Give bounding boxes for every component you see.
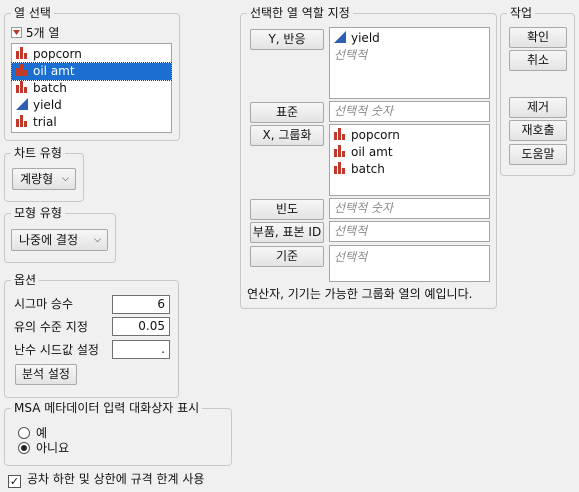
nominal-bar-icon [16, 115, 28, 127]
y-item-yield[interactable]: yield [330, 30, 489, 47]
checkmark-icon: ✓ [8, 475, 21, 488]
x-grouping-button[interactable]: X, 그룹화 [250, 125, 324, 146]
random-seed-field[interactable]: . [112, 340, 170, 359]
standard-field[interactable]: 선택적 숫자 [329, 101, 490, 122]
chart-type-group: 차트 유형 계량형 ⌵ [4, 145, 84, 202]
radio-on-icon [18, 442, 30, 454]
cancel-button[interactable]: 취소 [509, 50, 567, 71]
msa-metadata-group: MSA 메타데이터 입력 대화상자 표시 예 아니요 [4, 400, 232, 466]
column-count-label: 5개 열 [25, 26, 60, 40]
options-group: 옵션 시그마 승수 6 유의 수준 지정 0.05 난수 시드값 설정 . 분석… [4, 272, 179, 398]
red-triangle-icon[interactable] [11, 27, 22, 38]
select-columns-title: 열 선택 [11, 5, 54, 21]
nominal-bar-icon [334, 162, 346, 174]
roles-group: 선택한 열 역할 지정 Y, 반응 yield 선택적 표준 선택적 숫자 X,… [240, 5, 497, 309]
remove-button[interactable]: 제거 [509, 97, 567, 118]
roles-note: 연산자, 기기는 가능한 그룹화 열의 예입니다. [247, 287, 473, 301]
by-button[interactable]: 기준 [250, 246, 324, 267]
ok-button[interactable]: 확인 [509, 27, 567, 48]
help-button[interactable]: 도움말 [509, 144, 567, 165]
x-item-batch[interactable]: batch [330, 161, 489, 178]
select-columns-group: 열 선택 5개 열 popcorn oil amt batch yield tr… [4, 5, 180, 141]
nominal-bar-icon [16, 81, 28, 93]
random-seed-label: 난수 시드값 설정 [14, 343, 99, 357]
by-placeholder: 선택적 [334, 250, 368, 264]
msa-metadata-title: MSA 메타데이터 입력 대화상자 표시 [11, 400, 203, 416]
chart-type-select[interactable]: 계량형 ⌵ [12, 168, 76, 190]
freq-field[interactable]: 선택적 숫자 [329, 198, 490, 219]
freq-button[interactable]: 빈도 [250, 199, 324, 220]
sigma-multiplier-field[interactable]: 6 [112, 295, 170, 314]
column-listbox[interactable]: popcorn oil amt batch yield trial [11, 43, 172, 133]
nominal-bar-icon [334, 128, 346, 140]
x-item-oil-amt[interactable]: oil amt [330, 144, 489, 161]
alpha-level-field[interactable]: 0.05 [112, 317, 170, 336]
nominal-bar-icon [334, 145, 346, 157]
continuous-triangle-icon [334, 31, 346, 43]
recall-button[interactable]: 재호출 [509, 120, 567, 141]
model-type-select[interactable]: 나중에 결정 ⌵ [11, 229, 108, 251]
actions-group: 작업 확인 취소 제거 재호출 도움말 [500, 5, 575, 176]
column-item-oil-amt[interactable]: oil amt [11, 62, 172, 81]
chevron-down-icon: ⌵ [94, 235, 101, 245]
continuous-triangle-icon [16, 98, 28, 110]
y-placeholder: 선택적 [334, 48, 368, 62]
alpha-level-label: 유의 수준 지정 [14, 320, 88, 334]
column-item-popcorn[interactable]: popcorn [12, 46, 171, 63]
chevron-down-icon: ⌵ [62, 174, 69, 184]
x-item-popcorn[interactable]: popcorn [330, 127, 489, 144]
radio-off-icon [18, 427, 30, 439]
model-type-group: 모형 유형 나중에 결정 ⌵ [4, 205, 116, 263]
msa-yes-radio[interactable]: 예 [18, 425, 47, 441]
sigma-multiplier-label: 시그마 승수 [14, 297, 74, 311]
nominal-bar-icon [16, 64, 28, 76]
part-sample-id-field[interactable]: 선택적 [329, 221, 490, 242]
analysis-settings-button[interactable]: 분석 설정 [15, 364, 77, 385]
part-sample-id-button[interactable]: 부품, 표본 ID [250, 222, 324, 243]
column-item-trial[interactable]: trial [12, 114, 171, 131]
actions-title: 작업 [507, 5, 536, 21]
column-item-yield[interactable]: yield [12, 97, 171, 114]
by-field[interactable]: 선택적 [329, 245, 490, 282]
y-response-list[interactable]: yield 선택적 [329, 27, 490, 99]
chart-type-title: 차트 유형 [11, 145, 65, 161]
nominal-bar-icon [16, 47, 28, 59]
roles-title: 선택한 열 역할 지정 [247, 5, 353, 21]
y-response-button[interactable]: Y, 반응 [250, 29, 324, 50]
standard-button[interactable]: 표준 [250, 102, 324, 123]
model-type-title: 모형 유형 [11, 205, 65, 221]
column-item-batch[interactable]: batch [12, 80, 171, 97]
column-count-toggle[interactable]: 5개 열 [11, 26, 59, 40]
spec-limits-checkbox[interactable]: ✓ 공차 하한 및 상한에 규격 한계 사용 [8, 471, 204, 488]
options-title: 옵션 [11, 272, 40, 288]
msa-no-radio[interactable]: 아니요 [18, 440, 69, 456]
x-grouping-list[interactable]: popcorn oil amt batch [329, 124, 490, 196]
